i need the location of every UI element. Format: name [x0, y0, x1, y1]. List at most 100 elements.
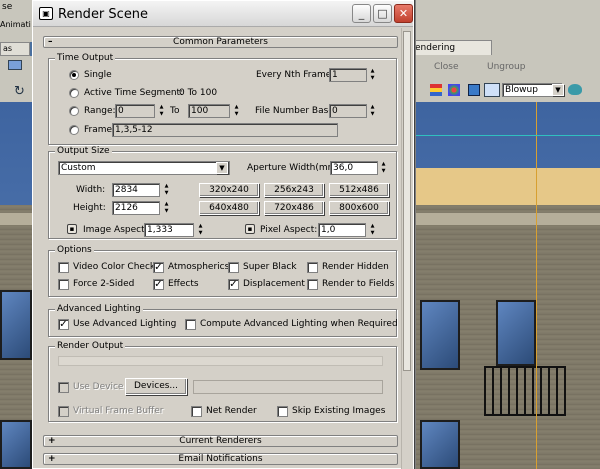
- label-effects: Effects: [168, 279, 199, 289]
- window-right-2: [496, 300, 536, 366]
- window-right-3: [420, 420, 460, 469]
- label-range: Range:: [84, 106, 116, 116]
- checkbox-displacement[interactable]: ✓: [228, 279, 239, 290]
- file-number-base-field[interactable]: 0: [329, 104, 367, 118]
- rollout-title: Common Parameters: [173, 37, 268, 47]
- aperture-width-field[interactable]: 36,0: [330, 161, 378, 175]
- chevron-down-icon[interactable]: ▼: [216, 162, 228, 174]
- spinner-image-aspect[interactable]: ▲ ▼: [197, 223, 204, 237]
- spinner-range-to[interactable]: ▲ ▼: [233, 104, 240, 118]
- tab-left-fragment[interactable]: as: [0, 42, 30, 56]
- toolbar-left: ↻: [0, 56, 34, 102]
- close-group-button[interactable]: Close: [434, 62, 459, 72]
- group-title: Render Output: [55, 341, 126, 351]
- range-from-field[interactable]: 0: [115, 104, 155, 118]
- rollout-title: Email Notifications: [178, 454, 263, 464]
- spinner-width[interactable]: ▲ ▼: [163, 183, 170, 197]
- material-editor-icon[interactable]: [448, 84, 460, 96]
- label-atmospherics: Atmospherics: [168, 262, 230, 272]
- title-bar[interactable]: ▣ Render Scene _ □ ✕: [33, 1, 413, 27]
- rollout-title: Current Renderers: [179, 436, 262, 446]
- checkbox-super-black[interactable]: [228, 262, 239, 273]
- expand-icon: +: [48, 436, 56, 446]
- checkbox-use-device[interactable]: [58, 382, 69, 393]
- scrollbar-thumb[interactable]: [403, 31, 411, 371]
- undo-icon[interactable]: ↻: [14, 84, 25, 99]
- render-type-icon[interactable]: [484, 83, 500, 97]
- tab-rendering[interactable]: endering: [412, 40, 492, 55]
- toolbar-fragment[interactable]: Animati: [0, 20, 34, 32]
- frames-field[interactable]: 1,3,5-12: [112, 123, 338, 137]
- layers-icon[interactable]: [430, 84, 442, 96]
- label-every-nth-frame: Every Nth Frame:: [256, 70, 335, 80]
- rollout-current-renderers[interactable]: + Current Renderers: [43, 435, 398, 447]
- balcony-railing: [484, 366, 566, 416]
- guide-line-vertical: [536, 102, 537, 469]
- radio-active-time-segment[interactable]: [69, 88, 79, 98]
- guide-line-horizontal: [412, 135, 600, 136]
- label-super-black: Super Black: [243, 262, 297, 272]
- minimize-button[interactable]: _: [352, 4, 371, 23]
- label-aperture-width: Aperture Width(mm):: [247, 163, 343, 173]
- label-net-render: Net Render: [206, 406, 257, 416]
- lock-icon[interactable]: ▪: [245, 224, 255, 234]
- spinner-every-nth[interactable]: ▲ ▼: [369, 68, 376, 82]
- preset-640x480-button[interactable]: 640x480: [199, 201, 259, 215]
- height-field[interactable]: 2126: [112, 201, 160, 215]
- label-to: To: [170, 106, 180, 116]
- spinner-range-from[interactable]: ▲ ▼: [158, 104, 165, 118]
- checkbox-virtual-frame-buffer[interactable]: [58, 406, 69, 417]
- device-name-field: [193, 380, 383, 394]
- collapse-icon: –: [48, 37, 53, 47]
- preset-256x243-button[interactable]: 256x243: [264, 183, 324, 197]
- spinner-height[interactable]: ▲ ▼: [163, 201, 170, 215]
- spinner-pixel-aspect[interactable]: ▲ ▼: [369, 223, 376, 237]
- close-button[interactable]: ✕: [394, 4, 413, 23]
- rollout-email-notifications[interactable]: + Email Notifications: [43, 453, 398, 465]
- checkbox-use-advanced-lighting[interactable]: ✓: [58, 319, 69, 330]
- checkbox-render-hidden[interactable]: [307, 262, 318, 273]
- image-aspect-field[interactable]: 1,333: [144, 223, 194, 237]
- spinner-file-number-base[interactable]: ▲ ▼: [369, 104, 376, 118]
- range-to-field[interactable]: 100: [188, 104, 230, 118]
- checkbox-render-to-fields[interactable]: [307, 279, 318, 290]
- label-virtual-frame-buffer: Virtual Frame Buffer: [73, 406, 164, 416]
- rollout-common-parameters[interactable]: – Common Parameters: [43, 36, 398, 48]
- spinner-aperture[interactable]: ▲ ▼: [380, 161, 387, 175]
- label-height: Height:: [73, 203, 106, 213]
- width-field[interactable]: 2834: [112, 183, 160, 197]
- radio-frames[interactable]: [69, 125, 79, 135]
- label-skip-existing-images: Skip Existing Images: [292, 406, 386, 416]
- preset-320x240-button[interactable]: 320x240: [199, 183, 259, 197]
- every-nth-frame-field[interactable]: 1: [329, 68, 367, 82]
- maximize-button[interactable]: □: [373, 4, 392, 23]
- checkbox-atmospherics[interactable]: ✓: [153, 262, 164, 273]
- preset-720x486-button[interactable]: 720x486: [264, 201, 324, 215]
- label-use-advanced-lighting: Use Advanced Lighting: [73, 319, 177, 329]
- output-size-preset-select[interactable]: Custom: [58, 161, 230, 175]
- checkbox-compute-advanced-lighting[interactable]: [185, 319, 196, 330]
- radio-range[interactable]: [69, 106, 79, 116]
- group-title: Advanced Lighting: [55, 304, 143, 314]
- checkbox-effects[interactable]: ✓: [153, 279, 164, 290]
- menu-fragment[interactable]: se: [0, 0, 34, 14]
- pixel-aspect-field[interactable]: 1,0: [318, 223, 366, 237]
- render-output-path-field: [58, 356, 383, 366]
- preset-800x600-button[interactable]: 800x600: [329, 201, 389, 215]
- checkbox-force-2-sided[interactable]: [58, 279, 69, 290]
- chevron-down-icon[interactable]: ▼: [552, 84, 564, 96]
- devices-button[interactable]: Devices...: [125, 378, 187, 395]
- expand-icon: +: [48, 454, 56, 464]
- lock-icon[interactable]: ▪: [67, 224, 77, 234]
- teapot-icon[interactable]: [568, 84, 582, 95]
- checkbox-skip-existing-images[interactable]: [277, 406, 288, 417]
- radio-single[interactable]: [69, 70, 79, 80]
- cube-icon[interactable]: [8, 60, 22, 70]
- checkbox-video-color-check[interactable]: [58, 262, 69, 273]
- window-right-1: [420, 300, 460, 370]
- render-setup-icon[interactable]: [468, 84, 480, 96]
- checkbox-net-render[interactable]: [191, 406, 202, 417]
- label-width: Width:: [76, 185, 106, 195]
- ungroup-button[interactable]: Ungroup: [487, 62, 525, 72]
- preset-512x486-button[interactable]: 512x486: [329, 183, 389, 197]
